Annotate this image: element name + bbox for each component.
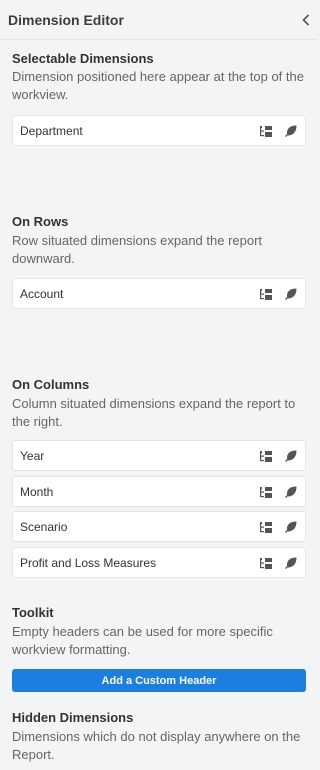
rows-section-title: On Rows [12, 214, 69, 229]
dimension-department[interactable]: Department [12, 115, 306, 146]
dimension-account[interactable]: Account [12, 278, 306, 309]
selectable-section-desc: Dimension positioned here appear at the … [12, 69, 304, 102]
dimension-label: Account [20, 287, 64, 301]
toolkit-section-desc: Empty headers can be used for more speci… [12, 624, 273, 657]
panel-title: Dimension Editor [8, 12, 124, 28]
hierarchy-icon[interactable] [259, 485, 273, 499]
hidden-section-desc: Dimensions which do not display anywhere… [12, 729, 301, 762]
columns-section-desc: Column situated dimensions expand the re… [12, 396, 296, 429]
toolkit-section-title: Toolkit [12, 605, 54, 620]
dimension-label: Year [20, 449, 45, 463]
selectable-section-title: Selectable Dimensions [12, 51, 154, 66]
dimension-month[interactable]: Month [12, 476, 306, 507]
leaf-icon[interactable] [284, 449, 298, 463]
leaf-icon[interactable] [284, 287, 298, 301]
add-custom-header-button[interactable]: Add a Custom Header [12, 669, 306, 692]
dimension-label: Profit and Loss Measures [20, 556, 157, 570]
dimension-label: Scenario [20, 520, 68, 534]
columns-section-title: On Columns [12, 377, 90, 392]
dimension-label: Department [20, 124, 83, 138]
hierarchy-icon[interactable] [259, 556, 273, 570]
rows-section-desc: Row situated dimensions expand the repor… [12, 233, 263, 266]
hierarchy-icon[interactable] [259, 520, 273, 534]
dimension-year[interactable]: Year [12, 440, 306, 471]
panel-header: Dimension Editor [0, 0, 317, 40]
leaf-icon[interactable] [284, 124, 298, 138]
chevron-left-icon[interactable] [299, 12, 313, 28]
hidden-section-title: Hidden Dimensions [12, 710, 134, 725]
hierarchy-icon[interactable] [259, 287, 273, 301]
dimension-label: Month [20, 485, 54, 499]
hierarchy-icon[interactable] [259, 124, 273, 138]
dimension-profit-and-loss-measures[interactable]: Profit and Loss Measures [12, 547, 306, 578]
leaf-icon[interactable] [284, 556, 298, 570]
leaf-icon[interactable] [284, 485, 298, 499]
dimension-scenario[interactable]: Scenario [12, 511, 306, 542]
hierarchy-icon[interactable] [259, 449, 273, 463]
leaf-icon[interactable] [284, 520, 298, 534]
